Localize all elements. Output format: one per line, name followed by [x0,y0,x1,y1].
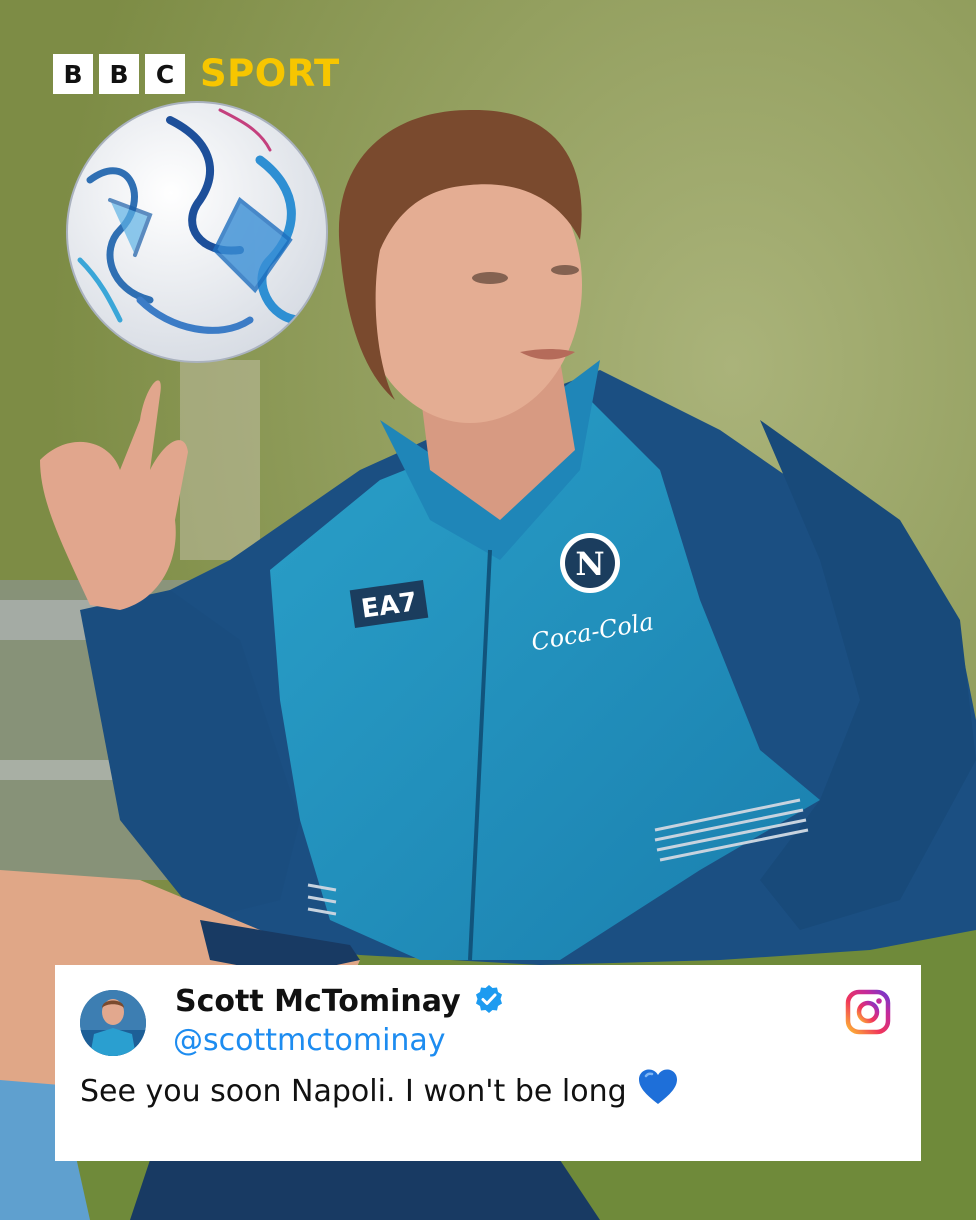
logo-letter-b1: B [53,54,93,94]
author-handle[interactable]: @scottmctominay [173,1023,446,1058]
instagram-icon[interactable] [845,989,891,1035]
bbc-sport-logo: B B C SPORT [53,54,340,94]
logo-letter-b2: B [99,54,139,94]
verified-badge-icon [473,983,505,1019]
social-post-card: Scott McTominay @scottmctominay See you … [55,965,921,1161]
author-row: Scott McTominay [175,983,505,1019]
post-graphic: EA7 N Coca-Cola B B C SPORT Scott McTomi… [0,0,976,1220]
logo-letter-c: C [145,54,185,94]
avatar [80,990,146,1056]
post-text: See you soon Napoli. I won't be long [80,1073,627,1109]
svg-text:N: N [575,545,604,583]
blue-heart-icon [637,1068,679,1114]
post-text-row: See you soon Napoli. I won't be long [80,1068,679,1114]
author-name[interactable]: Scott McTominay [175,984,461,1019]
logo-sport-word: SPORT [200,52,340,95]
